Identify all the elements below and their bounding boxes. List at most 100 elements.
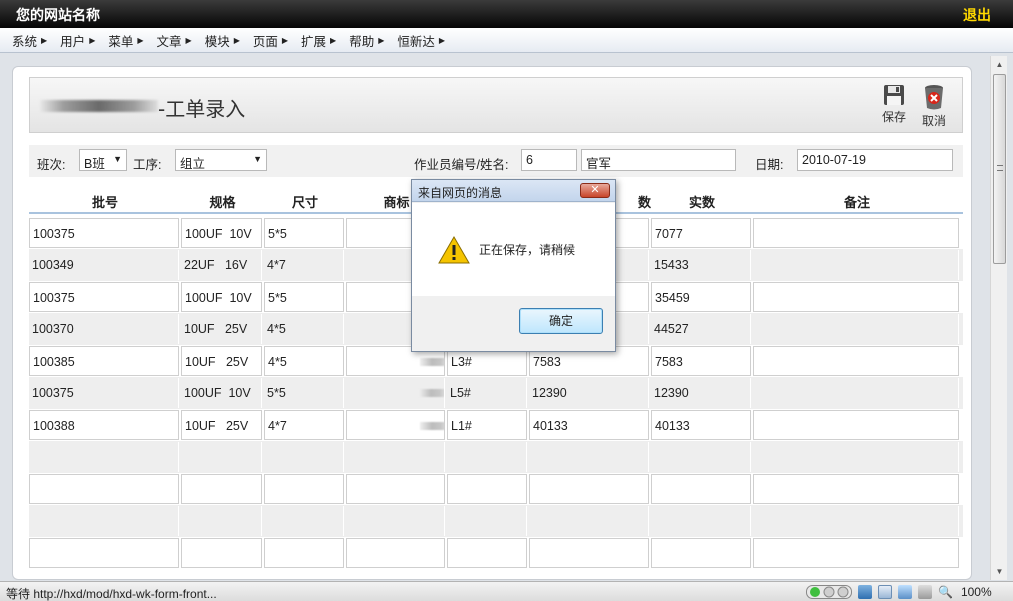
menu-item-hengxinda[interactable]: 恒新达 ▶ [397,31,445,50]
table-cell[interactable]: 100370 [29,314,179,344]
shift-select[interactable]: B班 ▼ [79,149,127,171]
table-cell[interactable] [753,410,959,440]
network-icon[interactable] [858,585,872,599]
table-cell[interactable]: 100375 [29,282,179,312]
table-cell[interactable] [753,442,959,472]
scroll-up-arrow-icon[interactable]: ▲ [991,56,1008,73]
table-cell[interactable] [447,442,527,472]
table-cell[interactable] [753,250,959,280]
table-cell[interactable] [346,506,445,536]
menu-item-extensions[interactable]: 扩展 ▶ [301,31,336,50]
menu-item-pages[interactable]: 页面 ▶ [253,31,288,50]
table-cell[interactable]: 100385 [29,346,179,376]
menu-item-modules[interactable]: 模块 ▶ [205,31,240,50]
menu-item-menus[interactable]: 菜单 ▶ [108,31,143,50]
screen-icon[interactable] [898,585,912,599]
table-cell[interactable] [753,346,959,376]
connection-status-icon[interactable] [806,585,852,599]
table-cell[interactable]: 100UF 10V [181,378,262,408]
table-cell[interactable] [753,506,959,536]
table-cell[interactable] [753,282,959,312]
table-cell-brand[interactable] [346,378,445,408]
table-cell[interactable]: 4*7 [264,250,344,280]
table-cell[interactable] [181,474,262,504]
zoom-icon[interactable]: 🔍 [938,585,953,599]
table-cell[interactable] [346,442,445,472]
table-cell[interactable]: 5*5 [264,378,344,408]
table-cell[interactable] [29,538,179,568]
menu-item-articles[interactable]: 文章 ▶ [157,31,192,50]
cancel-button[interactable]: 取消 [914,84,954,129]
table-cell[interactable] [346,538,445,568]
table-cell[interactable] [447,538,527,568]
scrollbar-thumb[interactable] [993,74,1006,264]
table-cell[interactable]: 7583 [651,346,751,376]
table-cell[interactable]: 40133 [529,410,649,440]
zoom-level[interactable]: 100% [961,585,992,599]
table-cell[interactable]: 12390 [529,378,649,408]
table-cell[interactable] [264,442,344,472]
table-cell[interactable] [181,506,262,536]
table-cell[interactable]: 4*5 [264,314,344,344]
table-cell[interactable]: 100375 [29,378,179,408]
document-icon[interactable] [878,585,892,599]
table-cell[interactable] [447,506,527,536]
menu-item-system[interactable]: 系统 ▶ [12,31,47,50]
table-cell[interactable]: 12390 [651,378,751,408]
table-cell[interactable] [29,442,179,472]
table-cell[interactable] [529,506,649,536]
table-cell[interactable] [753,538,959,568]
table-cell[interactable]: 10UF 25V [181,314,262,344]
table-cell[interactable]: 100388 [29,410,179,440]
table-cell[interactable]: L5# [447,378,527,408]
operator-id-input[interactable]: 6 [521,149,577,171]
table-cell[interactable] [447,474,527,504]
table-cell[interactable]: 5*5 [264,282,344,312]
scroll-down-arrow-icon[interactable]: ▼ [991,563,1008,580]
save-button[interactable]: 保存 [874,84,914,125]
table-cell[interactable]: 100375 [29,218,179,248]
menu-item-help[interactable]: 帮助 ▶ [349,31,384,50]
table-cell[interactable] [529,442,649,472]
table-cell[interactable]: 100UF 10V [181,282,262,312]
table-cell[interactable] [651,506,751,536]
table-cell[interactable]: 100UF 10V [181,218,262,248]
table-cell[interactable]: 22UF 16V [181,250,262,280]
speaker-icon[interactable] [918,585,932,599]
table-cell[interactable]: 100349 [29,250,179,280]
table-cell[interactable] [181,442,262,472]
table-cell[interactable] [346,474,445,504]
table-cell[interactable] [651,442,751,472]
table-cell[interactable] [651,538,751,568]
table-cell[interactable] [753,314,959,344]
table-cell[interactable]: 35459 [651,282,751,312]
table-cell[interactable]: 7077 [651,218,751,248]
table-cell[interactable]: 44527 [651,314,751,344]
table-cell[interactable] [181,538,262,568]
table-cell-brand[interactable] [346,410,445,440]
table-cell[interactable]: 10UF 25V [181,410,262,440]
table-cell[interactable] [753,378,959,408]
table-cell[interactable]: L1# [447,410,527,440]
table-cell[interactable] [753,218,959,248]
vertical-scrollbar[interactable]: ▲ ▼ [990,56,1007,580]
process-select[interactable]: 组立 ▼ [175,149,267,171]
ok-button[interactable]: 确定 [519,308,603,334]
table-cell[interactable] [264,506,344,536]
table-cell[interactable] [529,538,649,568]
table-cell[interactable] [29,506,179,536]
table-cell[interactable] [529,474,649,504]
dialog-close-button[interactable]: ✕ [580,183,610,198]
table-cell[interactable]: 4*7 [264,410,344,440]
logout-link[interactable]: 退出 [963,5,991,25]
table-cell[interactable]: 10UF 25V [181,346,262,376]
table-cell[interactable]: 5*5 [264,218,344,248]
table-cell[interactable] [651,474,751,504]
table-cell[interactable] [264,474,344,504]
operator-name-input[interactable]: 官军 [581,149,736,171]
table-cell[interactable]: 40133 [651,410,751,440]
table-cell[interactable] [264,538,344,568]
table-cell[interactable]: 15433 [651,250,751,280]
table-cell[interactable] [753,474,959,504]
table-cell[interactable] [29,474,179,504]
